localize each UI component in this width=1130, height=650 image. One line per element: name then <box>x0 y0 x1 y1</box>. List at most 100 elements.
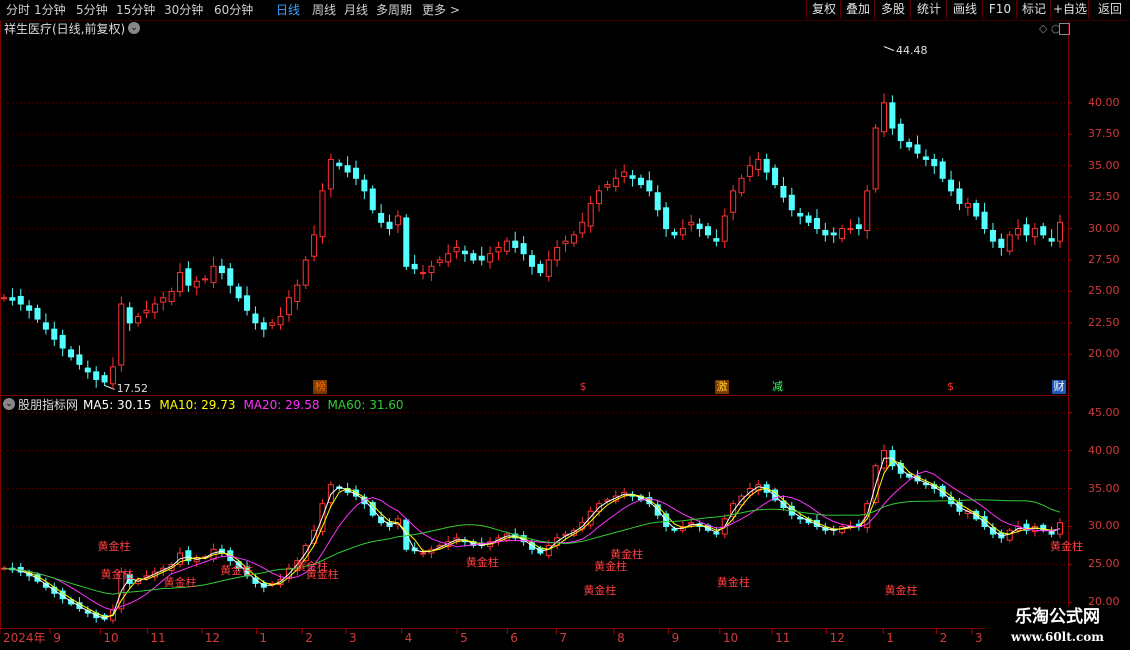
main-candle-body <box>570 234 577 244</box>
golden-column-signal: 黄金柱 <box>884 584 918 597</box>
main-y-tick-label: 35.00 <box>1088 158 1120 172</box>
panel-toggle-icon[interactable] <box>1059 23 1070 35</box>
x-axis-label: 2024年 <box>3 631 46 645</box>
main-candle-body <box>746 165 753 177</box>
event-marker-0[interactable]: 榜 <box>313 380 328 394</box>
x-axis-label: 1 <box>259 631 267 645</box>
golden-column-signal: 黄金柱 <box>163 576 197 589</box>
main-candle-body <box>0 297 8 300</box>
tab-4[interactable]: 30分钟 <box>164 2 203 18</box>
tab-7[interactable]: 周线 <box>312 2 336 18</box>
x-axis-label: 6 <box>510 631 518 645</box>
main-candle-body <box>378 212 385 223</box>
indicator-candle-body <box>688 522 695 525</box>
tab-8[interactable]: 月线 <box>344 2 368 18</box>
indicator-candle-body <box>545 544 552 556</box>
x-axis-label: 4 <box>404 631 413 645</box>
title-dropdown-icon[interactable]: ⌄ <box>128 22 140 34</box>
chart-grid <box>0 20 1130 634</box>
indicator-name[interactable]: 股朋指标网 <box>18 398 78 412</box>
toolbar-button-5[interactable]: F10 <box>982 0 1017 19</box>
event-marker-4[interactable]: $ <box>944 380 958 394</box>
indicator-candle-body <box>713 532 720 535</box>
main-candle-body <box>436 259 443 264</box>
main-candle-body <box>730 190 737 213</box>
main-candle-body <box>998 238 1005 248</box>
main-candle-body <box>847 228 854 231</box>
main-candle-body <box>579 221 586 234</box>
toolbar-button-3[interactable]: 统计 <box>910 0 947 19</box>
kline-chart[interactable] <box>0 0 1130 650</box>
toolbar-button-6[interactable]: 标记 <box>1016 0 1051 19</box>
main-candle-body <box>277 316 284 326</box>
toolbar-button-0[interactable]: 复权 <box>806 0 841 19</box>
main-candle-body <box>872 127 879 190</box>
main-candle-body <box>596 190 603 204</box>
main-candle-body <box>948 179 955 192</box>
golden-column-signal: 黄金柱 <box>465 556 499 569</box>
tab-5[interactable]: 60分钟 <box>214 2 253 18</box>
golden-column-signal: 黄金柱 <box>610 548 644 561</box>
x-axis-label: 10 <box>722 631 739 645</box>
event-marker-2[interactable]: 激 <box>714 380 729 394</box>
main-candle-body <box>528 255 536 267</box>
main-candle-body <box>989 229 996 242</box>
toolbar-button-1[interactable]: 叠加 <box>840 0 875 19</box>
diamond-icon[interactable]: ◇ <box>1039 22 1047 36</box>
main-candle-body <box>193 280 200 288</box>
main-candle-body <box>922 156 929 160</box>
main-candle-body <box>344 165 351 173</box>
main-candle-body <box>713 238 720 242</box>
main-candle-body <box>260 322 267 330</box>
golden-column-signal: 黄金柱 <box>594 560 628 573</box>
main-candle-body <box>470 253 477 261</box>
indicator-dropdown-icon[interactable]: ⌄ <box>3 398 15 410</box>
tab-3[interactable]: 15分钟 <box>116 2 155 18</box>
tab-10[interactable]: 更多 > <box>422 2 460 18</box>
main-candle-body <box>1023 224 1030 236</box>
main-y-tick-label: 32.50 <box>1088 190 1120 204</box>
main-candle-body <box>788 194 795 211</box>
main-candle-body <box>109 366 116 385</box>
main-panel-frame <box>0 20 1069 396</box>
main-candle-body <box>839 228 846 240</box>
event-marker-5[interactable]: 财 <box>1052 380 1066 394</box>
indicator-candle-body <box>671 528 678 531</box>
main-candle-body <box>688 221 695 226</box>
main-candle-body <box>411 263 418 270</box>
tab-6[interactable]: 日线 <box>276 2 300 18</box>
main-candle-body <box>59 334 66 349</box>
tab-0[interactable]: 分时 <box>6 2 30 18</box>
main-candle-body <box>160 297 167 303</box>
x-axis-label: 2 <box>939 631 948 645</box>
main-candle-body <box>637 177 644 186</box>
tab-1[interactable]: 1分钟 <box>34 2 66 18</box>
golden-column-signal: 黄金柱 <box>583 584 617 597</box>
x-axis-label: 10 <box>103 631 119 645</box>
main-candle-body <box>244 295 251 311</box>
main-candle-body <box>1006 234 1013 252</box>
main-candle-body <box>135 316 142 324</box>
main-candle-body <box>813 218 820 230</box>
tab-2[interactable]: 5分钟 <box>76 2 108 18</box>
x-axis-label: 8 <box>617 631 625 645</box>
event-marker-1[interactable]: $ <box>576 380 590 394</box>
main-candle-body <box>721 215 728 242</box>
main-candle-body <box>981 211 988 230</box>
main-candle-body <box>235 286 242 299</box>
main-candle-body <box>202 278 209 281</box>
tab-9[interactable]: 多周期 <box>376 2 412 18</box>
toolbar-button-2[interactable]: 多股 <box>874 0 911 19</box>
main-candle-body <box>671 231 678 236</box>
toolbar-button-8[interactable]: 返回 <box>1088 0 1130 19</box>
main-candle-body <box>864 190 871 231</box>
main-candle-body <box>956 188 963 204</box>
toolbar-button-4[interactable]: 画线 <box>946 0 983 19</box>
toolbar-button-7[interactable]: +自选 <box>1050 0 1089 19</box>
main-candle-body <box>126 307 133 324</box>
main-candle-body <box>143 309 150 314</box>
stock-title[interactable]: 祥生医疗(日线,前复权) <box>4 22 125 36</box>
main-candle-body <box>805 215 812 223</box>
event-marker-3[interactable]: 减 <box>771 380 785 394</box>
main-candle-body <box>336 162 343 167</box>
